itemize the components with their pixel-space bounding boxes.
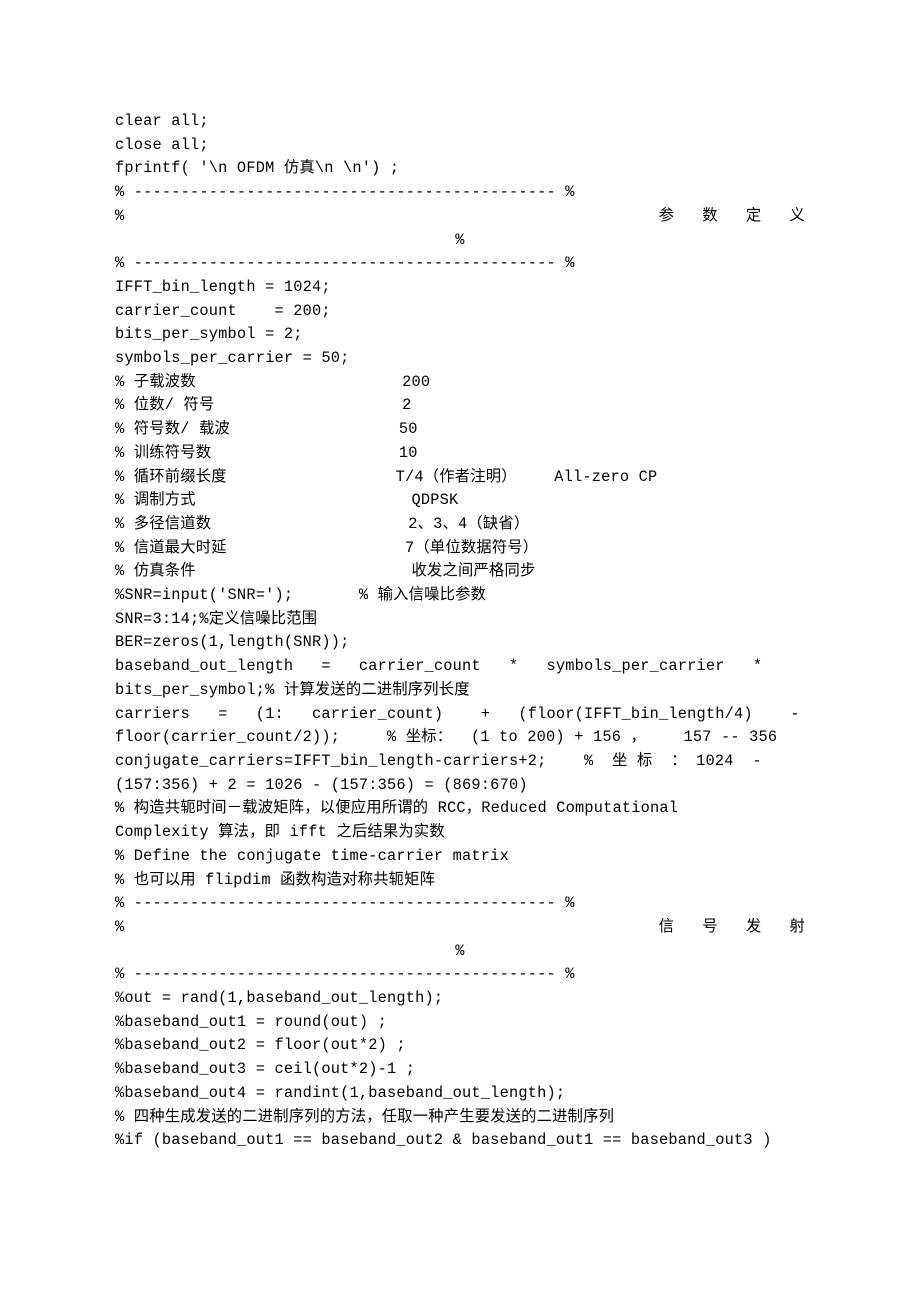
- code-line: % --------------------------------------…: [115, 963, 805, 987]
- code-line: carriers = (1: carrier_count) + (floor(I…: [115, 703, 805, 727]
- code-line: % --------------------------------------…: [115, 252, 805, 276]
- section-title: 参 数 定 义: [659, 205, 805, 229]
- code-line: % Define the conjugate time-carrier matr…: [115, 845, 805, 869]
- code-line: fprintf( '\n OFDM 仿真\n \n') ;: [115, 157, 805, 181]
- code-line: bits_per_symbol;% 计算发送的二进制序列长度: [115, 679, 805, 703]
- code-line: %baseband_out1 = round(out) ;: [115, 1011, 805, 1035]
- code-line: floor(carrier_count/2)); % 坐标： (1 to 200…: [115, 726, 805, 750]
- code-line: %baseband_out2 = floor(out*2) ;: [115, 1034, 805, 1058]
- code-line: % 四种生成发送的二进制序列的方法，任取一种产生要发送的二进制序列: [115, 1106, 805, 1130]
- code-line: symbols_per_carrier = 50;: [115, 347, 805, 371]
- percent-left: %: [115, 205, 124, 229]
- percent-left: %: [115, 916, 124, 940]
- code-line: baseband_out_length = carrier_count * sy…: [115, 655, 805, 679]
- code-line: %: [115, 229, 805, 253]
- code-line-section-header: % 信 号 发 射: [115, 916, 805, 940]
- code-line: % 调制方式 QDPSK: [115, 489, 805, 513]
- code-line: %out = rand(1,baseband_out_length);: [115, 987, 805, 1011]
- code-document: clear all; close all; fprintf( '\n OFDM …: [0, 0, 920, 1213]
- code-line: % 信道最大时延 7（单位数据符号）: [115, 537, 805, 561]
- code-line: IFFT_bin_length = 1024;: [115, 276, 805, 300]
- code-line: % 也可以用 flipdim 函数构造对称共轭矩阵: [115, 869, 805, 893]
- code-line: close all;: [115, 134, 805, 158]
- code-line: % 子载波数 200: [115, 371, 805, 395]
- code-line: % 仿真条件 收发之间严格同步: [115, 560, 805, 584]
- code-line: % 符号数/ 载波 50: [115, 418, 805, 442]
- code-line: % --------------------------------------…: [115, 892, 805, 916]
- code-line: (157:356) + 2 = 1026 - (157:356) = (869:…: [115, 774, 805, 798]
- section-title: 信 号 发 射: [659, 916, 805, 940]
- code-line: BER=zeros(1,length(SNR));: [115, 631, 805, 655]
- code-line: clear all;: [115, 110, 805, 134]
- code-line: % 多径信道数 2、3、4（缺省）: [115, 513, 805, 537]
- code-line-section-header: % 参 数 定 义: [115, 205, 805, 229]
- code-line: % 构造共轭时间－载波矩阵，以便应用所谓的 RCC，Reduced Comput…: [115, 797, 805, 821]
- code-line: Complexity 算法，即 ifft 之后结果为实数: [115, 821, 805, 845]
- code-line: bits_per_symbol = 2;: [115, 323, 805, 347]
- code-line: % 训练符号数 10: [115, 442, 805, 466]
- code-line: %: [115, 940, 805, 964]
- code-line: % 位数/ 符号 2: [115, 394, 805, 418]
- code-line: conjugate_carriers=IFFT_bin_length-carri…: [115, 750, 805, 774]
- code-line: %baseband_out4 = randint(1,baseband_out_…: [115, 1082, 805, 1106]
- code-line: carrier_count = 200;: [115, 300, 805, 324]
- code-line: SNR=3:14;%定义信噪比范围: [115, 608, 805, 632]
- code-line: % --------------------------------------…: [115, 181, 805, 205]
- code-line: % 循环前缀长度 T/4（作者注明） All-zero CP: [115, 466, 805, 490]
- code-line: %SNR=input('SNR='); % 输入信噪比参数: [115, 584, 805, 608]
- code-line: %if (baseband_out1 == baseband_out2 & ba…: [115, 1129, 805, 1153]
- code-line: %baseband_out3 = ceil(out*2)-1 ;: [115, 1058, 805, 1082]
